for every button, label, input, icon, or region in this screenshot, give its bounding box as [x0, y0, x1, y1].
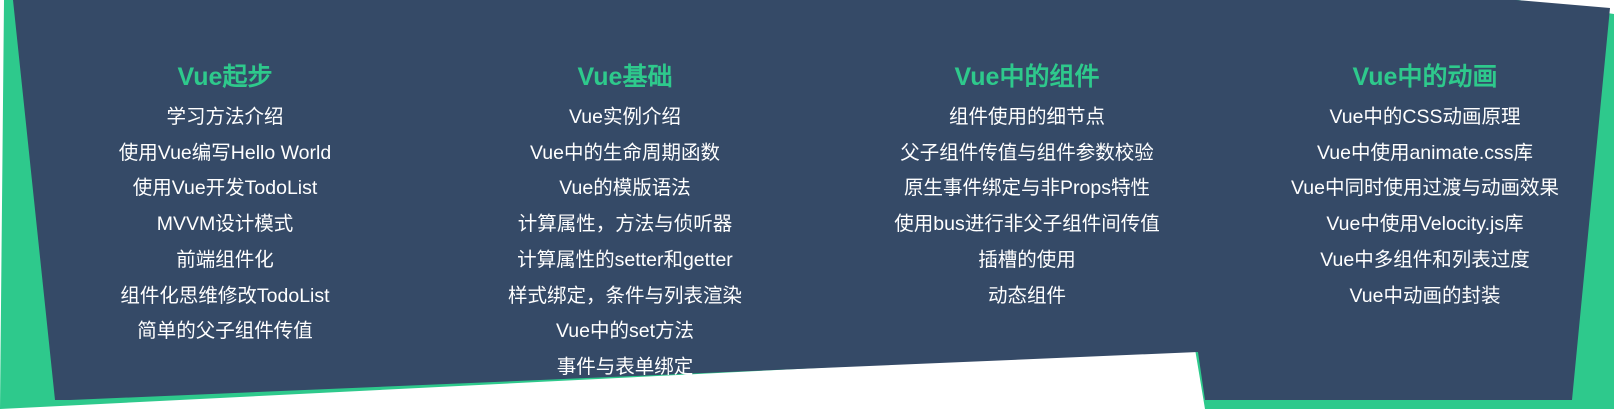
- course-outline-banner: Vue起步 学习方法介绍 使用Vue编写Hello World 使用Vue开发T…: [0, 0, 1614, 409]
- list-item: 简单的父子组件传值: [137, 320, 313, 343]
- list-item: 组件化思维修改TodoList: [120, 284, 330, 307]
- column-vue-components: Vue中的组件 组件使用的细节点 父子组件传值与组件参数校验 原生事件绑定与非P…: [847, 58, 1207, 314]
- list-item: 组件使用的细节点: [948, 106, 1105, 128]
- list-item: 事件与表单绑定: [556, 355, 694, 378]
- list-item: 样式绑定，条件与列表渲染: [507, 284, 742, 307]
- column-title: Vue起步: [177, 63, 273, 91]
- column-vue-basics: Vue基础 Vue实例介绍 Vue中的生命周期函数 Vue的模版语法 计算属性，…: [445, 58, 805, 386]
- list-item: Vue中的set方法: [556, 320, 694, 343]
- column-list: Vue中的CSS动画原理 Vue中使用animate.css库 Vue中同时使用…: [1245, 100, 1605, 314]
- list-item: Vue中多组件和列表过度: [1320, 248, 1530, 271]
- list-item: Vue中的CSS动画原理: [1329, 106, 1521, 128]
- column-title: Vue中的组件: [954, 63, 1100, 91]
- list-item: 计算属性，方法与侦听器: [517, 213, 733, 236]
- column-vue-intro: Vue起步 学习方法介绍 使用Vue编写Hello World 使用Vue开发T…: [45, 58, 405, 350]
- list-item: 插槽的使用: [978, 248, 1076, 271]
- column-vue-animation: Vue中的动画 Vue中的CSS动画原理 Vue中使用animate.css库 …: [1245, 58, 1605, 314]
- list-item: Vue中使用Velocity.js库: [1326, 213, 1524, 236]
- column-list: Vue实例介绍 Vue中的生命周期函数 Vue的模版语法 计算属性，方法与侦听器…: [445, 100, 805, 386]
- column-title: Vue中的动画: [1352, 63, 1498, 91]
- column-title: Vue基础: [577, 63, 673, 91]
- list-item: MVVM设计模式: [156, 213, 294, 236]
- list-item: 前端组件化: [176, 248, 274, 271]
- course-columns: Vue起步 学习方法介绍 使用Vue编写Hello World 使用Vue开发T…: [0, 0, 1614, 409]
- list-item: 动态组件: [987, 284, 1066, 307]
- list-item: 计算属性的setter和getter: [517, 248, 733, 271]
- list-item: 使用Vue开发TodoList: [132, 177, 318, 200]
- list-item: 使用bus进行非父子组件间传值: [894, 213, 1160, 236]
- list-item: 使用Vue编写Hello World: [118, 141, 332, 164]
- list-item: 原生事件绑定与非Props特性: [904, 177, 1150, 200]
- list-item: Vue的模版语法: [559, 177, 691, 200]
- column-list: 学习方法介绍 使用Vue编写Hello World 使用Vue开发TodoLis…: [45, 100, 405, 350]
- list-item: Vue中使用animate.css库: [1316, 141, 1533, 164]
- column-list: 组件使用的细节点 父子组件传值与组件参数校验 原生事件绑定与非Props特性 使…: [847, 100, 1207, 314]
- list-item: 父子组件传值与组件参数校验: [900, 141, 1154, 164]
- list-item: 学习方法介绍: [166, 106, 284, 128]
- list-item: Vue中动画的封装: [1349, 284, 1501, 307]
- list-item: Vue实例介绍: [569, 106, 681, 128]
- list-item: Vue中同时使用过渡与动画效果: [1291, 177, 1559, 200]
- list-item: Vue中的生命周期函数: [530, 141, 720, 164]
